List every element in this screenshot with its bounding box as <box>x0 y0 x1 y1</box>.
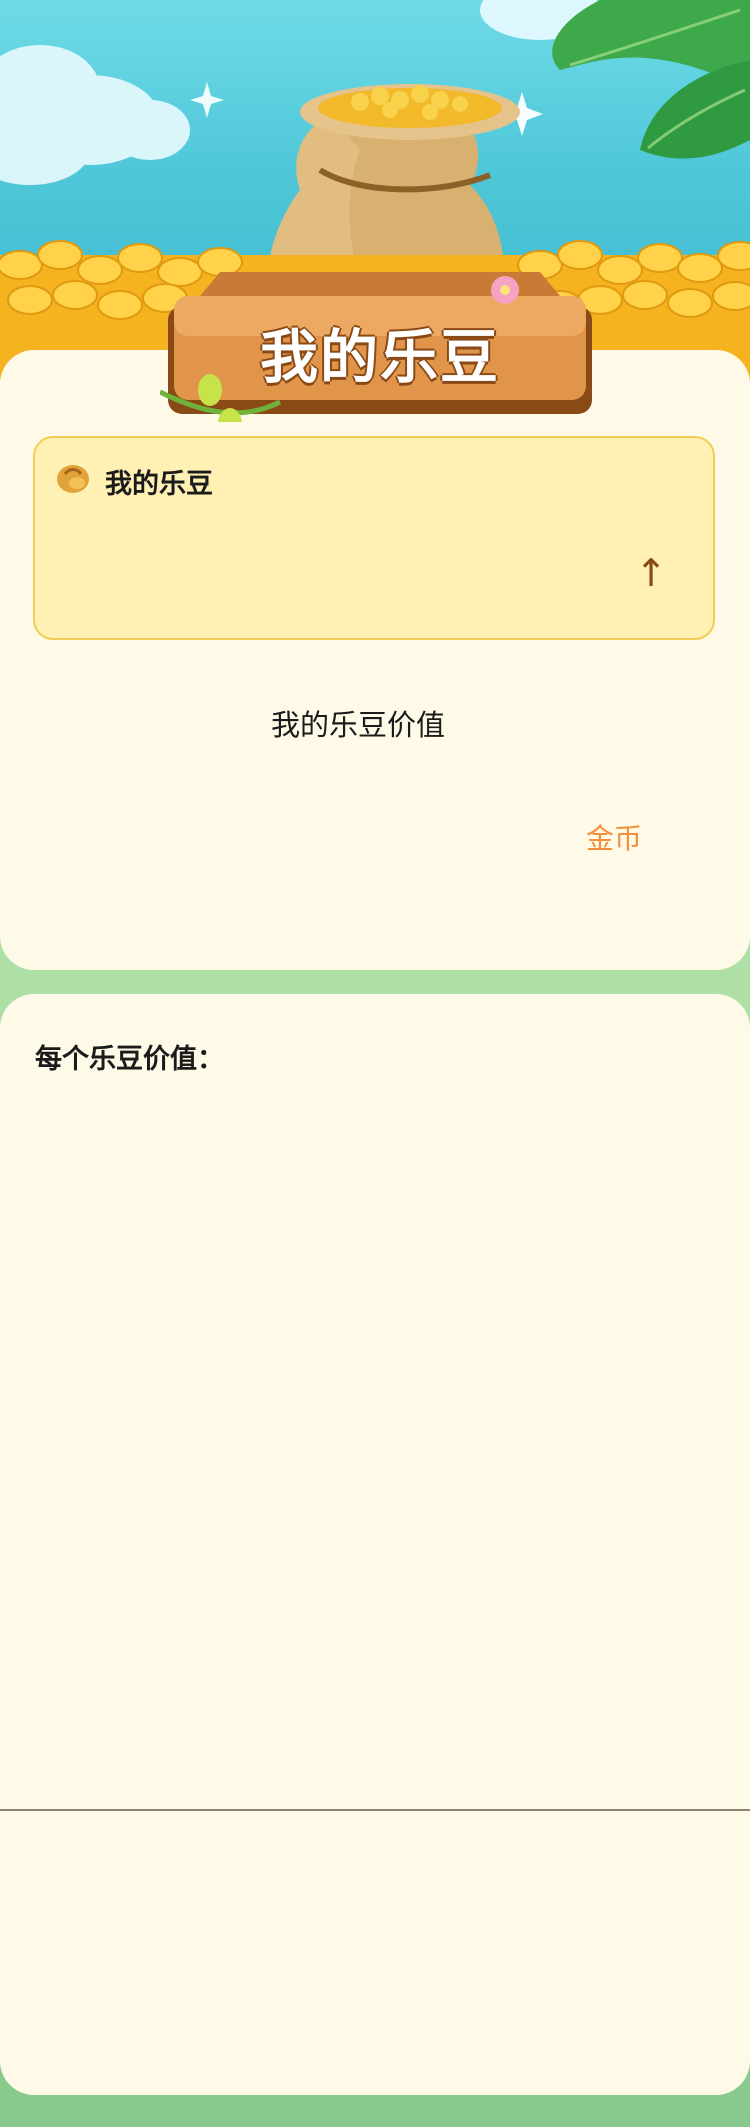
gold-coin-link[interactable]: 金币 <box>586 817 642 857</box>
divider <box>0 1809 750 1811</box>
beans-box-title: 我的乐豆 <box>105 469 213 500</box>
per-bean-value-label: 每个乐豆价值： <box>35 1044 224 1075</box>
bean-icon <box>57 465 89 493</box>
up-arrow-icon[interactable]: ↑ <box>623 548 679 598</box>
title-banner: 我的乐豆 <box>158 272 600 440</box>
per-bean-value-card <box>0 994 750 2095</box>
bean-value-label: 我的乐豆价值 <box>270 708 445 742</box>
banner-title: 我的乐豆 <box>259 323 500 391</box>
my-beans-box: 我的乐豆 ↑ <box>33 436 715 640</box>
